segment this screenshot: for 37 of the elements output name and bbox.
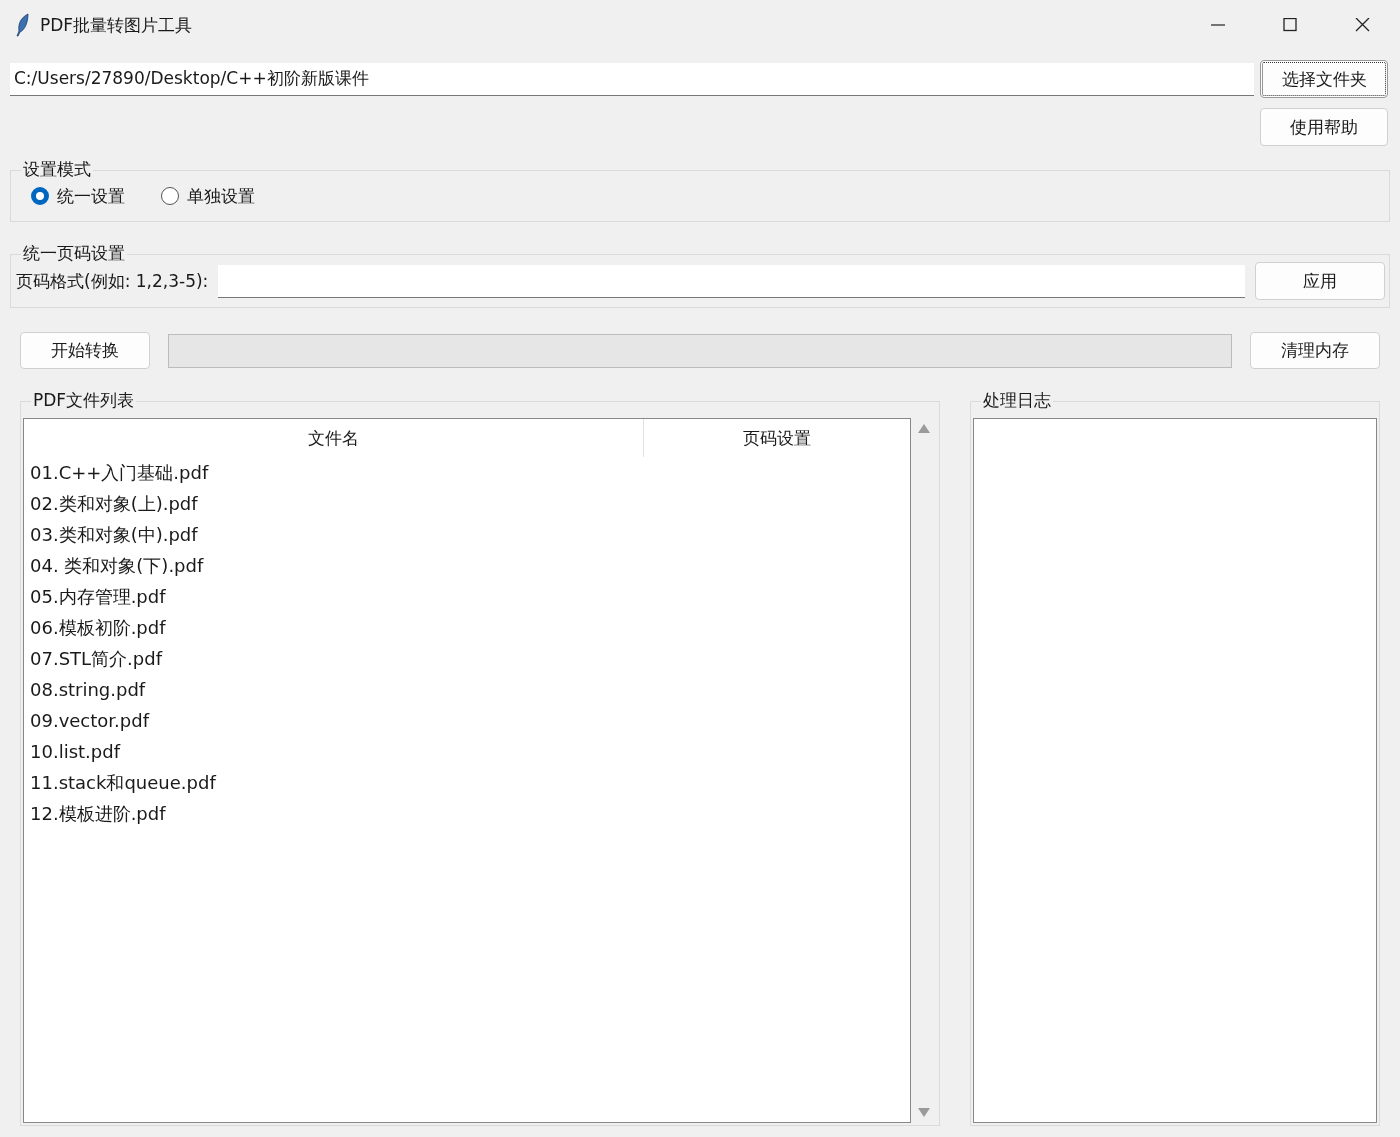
- file-row[interactable]: 02.类和对象(上).pdf: [24, 488, 910, 519]
- minimize-icon: [1210, 24, 1226, 26]
- clear-memory-button[interactable]: 清理内存: [1250, 332, 1380, 369]
- column-header[interactable]: 文件名: [24, 419, 644, 457]
- radio-label: 统一设置: [57, 184, 125, 208]
- file-row[interactable]: 11.stack和queue.pdf: [24, 767, 910, 798]
- field-label: 页码格式(例如: 1,2,3-5):: [16, 269, 209, 293]
- help-button[interactable]: 使用帮助: [1260, 108, 1388, 146]
- file-row[interactable]: 10.list.pdf: [24, 736, 910, 767]
- apply-button[interactable]: 应用: [1255, 262, 1385, 300]
- file-row[interactable]: 08.string.pdf: [24, 674, 910, 705]
- page-format-field[interactable]: [218, 264, 1245, 298]
- close-icon: [1353, 18, 1371, 32]
- file-row[interactable]: 12.模板进阶.pdf: [24, 798, 910, 829]
- radio-button[interactable]: [161, 187, 179, 205]
- radio-label: 单独设置: [187, 184, 255, 208]
- file-row[interactable]: 06.模板初阶.pdf: [24, 612, 910, 643]
- file-row[interactable]: 01.C++入门基础.pdf: [24, 457, 910, 488]
- choose-folder-button[interactable]: 选择文件夹: [1260, 60, 1388, 98]
- window-title: PDF批量转图片工具: [40, 13, 193, 37]
- feather-icon: [16, 13, 30, 37]
- file-row[interactable]: 03.类和对象(中).pdf: [24, 519, 910, 550]
- file-row[interactable]: 04. 类和对象(下).pdf: [24, 550, 910, 581]
- panel-title: 处理日志: [981, 389, 1053, 412]
- path-field[interactable]: C:/Users/27890/Desktop/C++初阶新版课件: [10, 62, 1254, 96]
- scroll-down-icon[interactable]: [918, 1108, 930, 1117]
- group-title: 统一页码设置: [21, 242, 127, 265]
- maximize-icon: [1281, 18, 1299, 32]
- file-row[interactable]: 05.内存管理.pdf: [24, 581, 910, 612]
- column-header[interactable]: 页码设置: [644, 419, 910, 457]
- radio-button[interactable]: [31, 187, 49, 205]
- scroll-up-icon[interactable]: [918, 424, 930, 433]
- group-title: 设置模式: [21, 158, 93, 181]
- file-row[interactable]: 07.STL简介.pdf: [24, 643, 910, 674]
- file-row[interactable]: 09.vector.pdf: [24, 705, 910, 736]
- start-button[interactable]: 开始转换: [20, 332, 150, 369]
- panel-title: PDF文件列表: [31, 389, 137, 412]
